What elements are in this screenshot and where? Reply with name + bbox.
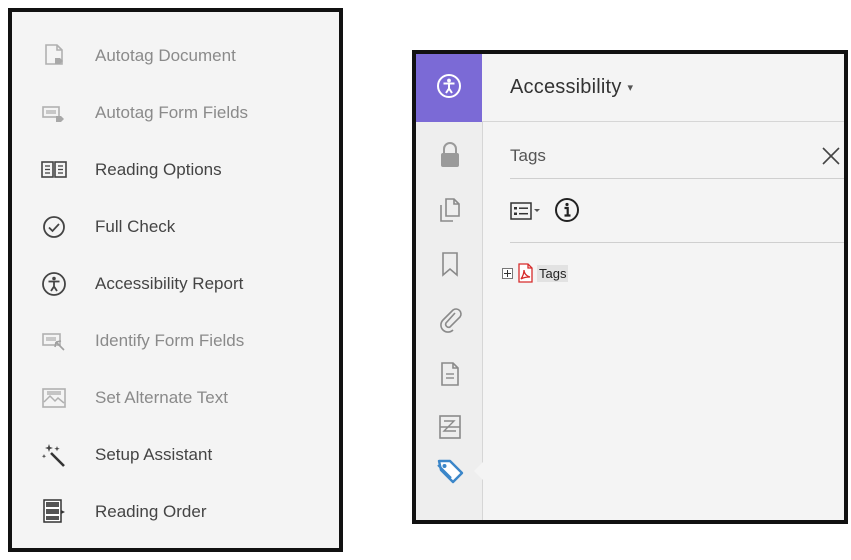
- close-icon: [822, 147, 840, 165]
- accessibility-report-item[interactable]: Accessibility Report: [40, 264, 243, 304]
- tool-label: Identify Form Fields: [95, 331, 245, 350]
- content-rail-button[interactable]: [435, 414, 465, 444]
- bookmarks-rail-button[interactable]: [435, 251, 465, 281]
- options-list-icon: [510, 202, 540, 220]
- autotag-form-fields-item[interactable]: Autotag Form Fields: [40, 93, 248, 133]
- close-tags-button[interactable]: [818, 143, 844, 169]
- pages-icon: [437, 196, 463, 229]
- identify-form-fields-item[interactable]: Identify Form Fields: [40, 321, 244, 361]
- reading-order-icon: [40, 498, 68, 526]
- accessibility-icon: [435, 72, 463, 105]
- attachment-icon: [437, 305, 463, 338]
- reading-options-icon: [40, 156, 68, 184]
- identify-form-fields-icon: [40, 327, 68, 355]
- autotag-document-icon: [40, 42, 68, 70]
- tags-toolbar: [510, 184, 844, 243]
- alternate-text-icon: [40, 384, 68, 412]
- tags-options-button[interactable]: [510, 198, 548, 224]
- panel-title[interactable]: Accessibility: [510, 76, 622, 99]
- lock-icon: [438, 141, 462, 174]
- content-icon: [437, 413, 463, 446]
- autotag-form-fields-icon: [40, 99, 68, 127]
- reading-order-item[interactable]: Reading Order: [40, 492, 207, 532]
- tags-panel-title: Tags: [510, 146, 546, 165]
- info-icon: [555, 198, 579, 222]
- tool-label: Reading Order: [95, 502, 207, 521]
- autotag-document-item[interactable]: Autotag Document: [40, 36, 236, 76]
- magic-wand-icon: [40, 441, 68, 469]
- tool-label: Autotag Document: [95, 46, 236, 65]
- panel-menu-chevron-down-icon[interactable]: ▾: [628, 81, 634, 94]
- tool-label: Reading Options: [95, 160, 222, 179]
- tags-panel-header: Tags: [510, 134, 844, 179]
- tree-item-label[interactable]: Tags: [537, 264, 569, 282]
- active-tab-pointer: [474, 462, 483, 480]
- expand-plus-icon[interactable]: [502, 267, 513, 279]
- tool-label: Set Alternate Text: [95, 388, 228, 407]
- tag-icon: [435, 456, 465, 491]
- bookmark-icon: [439, 250, 461, 283]
- accessibility-panel: Accessibility ▾ Tags Tags: [412, 50, 848, 524]
- panel-header: Accessibility ▾: [482, 54, 844, 122]
- reading-options-item[interactable]: Reading Options: [40, 150, 222, 190]
- pages-rail-button[interactable]: [435, 197, 465, 227]
- full-check-item[interactable]: Full Check: [40, 207, 175, 247]
- security-rail-button[interactable]: [435, 141, 465, 174]
- pdf-file-icon: [516, 263, 534, 283]
- tool-label: Autotag Form Fields: [95, 103, 249, 122]
- check-circle-icon: [40, 213, 68, 241]
- navigation-rail: [416, 54, 483, 520]
- accessibility-tools-menu: Autotag Document Autotag Form Fields Rea…: [8, 8, 343, 552]
- attachments-rail-button[interactable]: [435, 306, 465, 336]
- accessibility-icon: [40, 270, 68, 298]
- tool-label: Accessibility Report: [95, 274, 244, 293]
- accessibility-rail-button[interactable]: [416, 54, 482, 122]
- document-icon: [438, 360, 462, 393]
- tool-label: Setup Assistant: [95, 445, 213, 464]
- tags-rail-button[interactable]: [435, 458, 465, 488]
- set-alternate-text-item[interactable]: Set Alternate Text: [40, 378, 228, 418]
- setup-assistant-item[interactable]: Setup Assistant: [40, 435, 212, 475]
- tool-label: Full Check: [95, 217, 176, 236]
- tag-properties-button[interactable]: [554, 197, 580, 223]
- tags-tree-root[interactable]: Tags: [502, 262, 569, 284]
- document-properties-rail-button[interactable]: [435, 361, 465, 391]
